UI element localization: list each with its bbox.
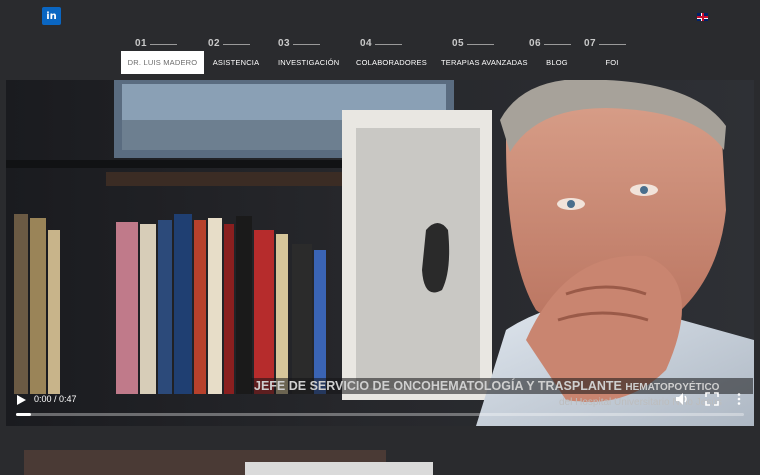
video-progress-bar[interactable]: [16, 413, 744, 416]
main-nav: 01 DR. LUIS MADERO 02 ASISTENCIA 03 INVE…: [0, 38, 760, 74]
linkedin-icon[interactable]: in: [42, 7, 61, 25]
nav-item-asistencia[interactable]: 02 ASISTENCIA: [208, 38, 264, 74]
nav-label: DR. LUIS MADERO: [121, 51, 204, 74]
nav-number: 04: [360, 38, 403, 49]
video-progress-fill: [16, 413, 31, 416]
next-section-panel: [245, 462, 433, 475]
nav-number: 01: [135, 38, 178, 49]
nav-item-foi[interactable]: 07 FOI: [584, 38, 640, 74]
top-bar: in: [0, 0, 760, 36]
nav-label: COLABORADORES: [356, 58, 427, 67]
more-vertical-icon[interactable]: [735, 392, 743, 406]
nav-label: INVESTIGACIÓN: [278, 58, 340, 67]
nav-label: FOI: [605, 58, 619, 67]
nav-item-dr-luis-madero[interactable]: 01 DR. LUIS MADERO: [121, 38, 204, 74]
video-controls: 0:00 / 0:47: [6, 386, 754, 426]
uk-flag-icon[interactable]: [697, 13, 708, 21]
nav-item-terapias-avanzadas[interactable]: 05 TERAPIAS AVANZADAS: [441, 38, 528, 74]
nav-label: BLOG: [546, 58, 568, 67]
nav-number: 02: [208, 38, 251, 49]
linkedin-label: in: [46, 10, 57, 22]
nav-item-colaboradores[interactable]: 04 COLABORADORES: [356, 38, 427, 74]
nav-label: ASISTENCIA: [212, 58, 260, 67]
nav-number: 06: [529, 38, 572, 49]
video-time: 0:00 / 0:47: [34, 394, 77, 404]
fullscreen-icon[interactable]: [705, 392, 719, 406]
nav-number: 05: [452, 38, 495, 49]
video-frame: [6, 80, 754, 426]
nav-number: 03: [278, 38, 321, 49]
nav-item-investigacion[interactable]: 03 INVESTIGACIÓN: [278, 38, 340, 74]
play-icon[interactable]: [15, 394, 27, 406]
volume-icon[interactable]: [675, 392, 689, 406]
nav-number: 07: [584, 38, 627, 49]
video-player[interactable]: JEFE DE SERVICIO DE ONCOHEMATOLOGÍA Y TR…: [6, 80, 754, 426]
nav-item-blog[interactable]: 06 BLOG: [529, 38, 585, 74]
nav-label: TERAPIAS AVANZADAS: [441, 58, 528, 67]
